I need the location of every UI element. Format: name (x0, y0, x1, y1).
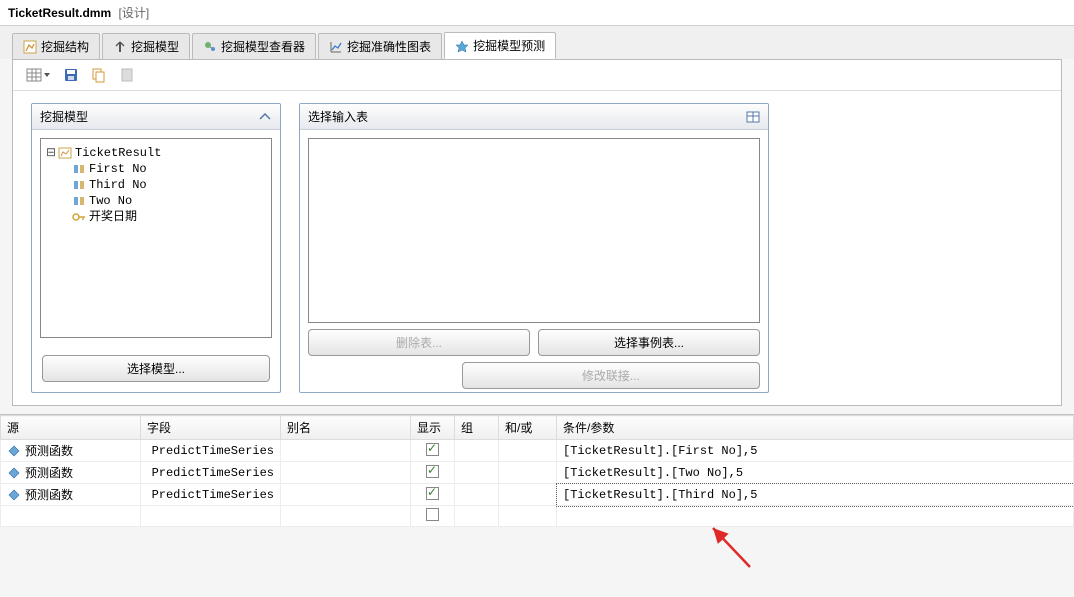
tree-item-label: Third No (89, 177, 147, 193)
model-icon (113, 40, 127, 54)
grid-row-empty[interactable] (1, 506, 1074, 527)
tab-label: 挖掘模型 (131, 38, 179, 55)
tab-mining-model[interactable]: 挖掘模型 (102, 33, 190, 59)
col-alias[interactable]: 别名 (281, 416, 411, 440)
select-model-button[interactable]: 选择模型... (42, 355, 270, 382)
grid-row[interactable]: 预测函数 fPredictTimeSeries [TicketResult].[Tw… (1, 462, 1074, 484)
delete-table-button: 删除表... (308, 329, 530, 356)
tree-root[interactable]: ⊟ TicketResult (45, 145, 267, 161)
tab-bar: 挖掘结构 挖掘模型 挖掘模型查看器 挖掘准确性图表 挖掘模型预测 (0, 26, 1074, 59)
grid-row[interactable]: 预测函数 fPredictTimeSeries [TicketResult].[Fi… (1, 440, 1074, 462)
table-corner-icon[interactable] (746, 111, 760, 123)
grid-icon (26, 68, 42, 82)
prediction-icon (455, 39, 469, 53)
col-andor[interactable]: 和/或 (499, 416, 557, 440)
viewer-icon (203, 40, 217, 54)
column-icon (71, 194, 87, 208)
alias-cell[interactable] (281, 484, 411, 506)
panel-title: 挖掘模型 (40, 108, 88, 125)
window-mode: [设计] (119, 6, 150, 20)
tree-item[interactable]: Third No (45, 177, 267, 193)
andor-cell[interactable] (499, 440, 557, 462)
window-title: TicketResult.dmm (8, 6, 111, 20)
source-cell[interactable]: 预测函数 (7, 464, 134, 481)
tab-label: 挖掘准确性图表 (347, 38, 431, 55)
show-cell[interactable] (411, 462, 455, 484)
copy-icon (91, 67, 107, 83)
tree-item[interactable]: First No (45, 161, 267, 177)
source-cell[interactable]: 预测函数 (7, 486, 134, 503)
tree-item-label: First No (89, 161, 147, 177)
alias-cell[interactable] (281, 440, 411, 462)
tab-accuracy-chart[interactable]: 挖掘准确性图表 (318, 33, 442, 59)
grid-row[interactable]: 预测函数 fPredictTimeSeries [TicketResult].[Th… (1, 484, 1074, 506)
tab-mining-structure[interactable]: 挖掘结构 (12, 33, 100, 59)
col-group[interactable]: 组 (455, 416, 499, 440)
source-cell[interactable]: 预测函数 (7, 442, 134, 459)
group-cell[interactable] (455, 484, 499, 506)
structure-icon (23, 40, 37, 54)
mining-model-panel: 挖掘模型 ⊟ TicketResult (31, 103, 281, 393)
tree-item[interactable]: 开奖日期 (45, 209, 267, 225)
col-source[interactable]: 源 (1, 416, 141, 440)
field-cell[interactable]: fPredictTimeSeries (147, 444, 274, 458)
andor-cell[interactable] (499, 462, 557, 484)
expand-icon[interactable]: ⊟ (45, 145, 57, 161)
criteria-cell[interactable]: [TicketResult].[Third No],5 (557, 484, 1074, 506)
group-cell[interactable] (455, 462, 499, 484)
tree-item-label: 开奖日期 (89, 209, 137, 225)
modify-join-button: 修改联接... (462, 362, 760, 389)
tab-label: 挖掘结构 (41, 38, 89, 55)
select-case-table-button[interactable]: 选择事例表... (538, 329, 760, 356)
input-table-panel: 选择输入表 删除表... 选择事例表... 修改联接... (299, 103, 769, 393)
show-cell[interactable] (411, 484, 455, 506)
tab-mining-prediction[interactable]: 挖掘模型预测 (444, 32, 556, 59)
field-cell[interactable]: fPredictTimeSeries (147, 488, 274, 502)
toolbar (13, 60, 1061, 91)
save-button[interactable] (61, 66, 81, 84)
col-show[interactable]: 显示 (411, 416, 455, 440)
group-cell[interactable] (455, 440, 499, 462)
field-cell[interactable]: fPredictTimeSeries (147, 466, 274, 480)
alias-cell[interactable] (281, 462, 411, 484)
column-icon (71, 178, 87, 192)
tree-item-label: Two No (89, 193, 132, 209)
tab-label: 挖掘模型查看器 (221, 38, 305, 55)
doc-icon (120, 67, 134, 83)
tab-label: 挖掘模型预测 (473, 37, 545, 54)
col-field[interactable]: 字段 (141, 416, 281, 440)
chart-icon (329, 40, 343, 54)
view-dropdown[interactable] (23, 66, 53, 84)
column-icon (71, 162, 87, 176)
andor-cell[interactable] (499, 484, 557, 506)
panel-title: 选择输入表 (308, 108, 368, 125)
criteria-cell[interactable]: [TicketResult].[First No],5 (557, 440, 1074, 462)
col-criteria[interactable]: 条件/参数 (557, 416, 1074, 440)
model-tree[interactable]: ⊟ TicketResult First No Third N (40, 138, 272, 338)
criteria-cell[interactable]: [TicketResult].[Two No],5 (557, 462, 1074, 484)
model-root-icon (57, 146, 73, 160)
disabled-button (117, 66, 137, 84)
prediction-grid: 源 字段 别名 显示 组 和/或 条件/参数 预测函数 fPredictTimeS… (0, 414, 1074, 527)
tree-item[interactable]: Two No (45, 193, 267, 209)
tab-mining-viewer[interactable]: 挖掘模型查看器 (192, 33, 316, 59)
input-table-area[interactable] (308, 138, 760, 323)
tree-root-label: TicketResult (75, 145, 161, 161)
key-icon (71, 210, 87, 224)
save-icon (63, 67, 79, 83)
show-cell[interactable] (411, 440, 455, 462)
window-title-bar: TicketResult.dmm [设计] (0, 0, 1074, 26)
collapse-icon[interactable] (258, 111, 272, 123)
copy-button[interactable] (89, 66, 109, 84)
